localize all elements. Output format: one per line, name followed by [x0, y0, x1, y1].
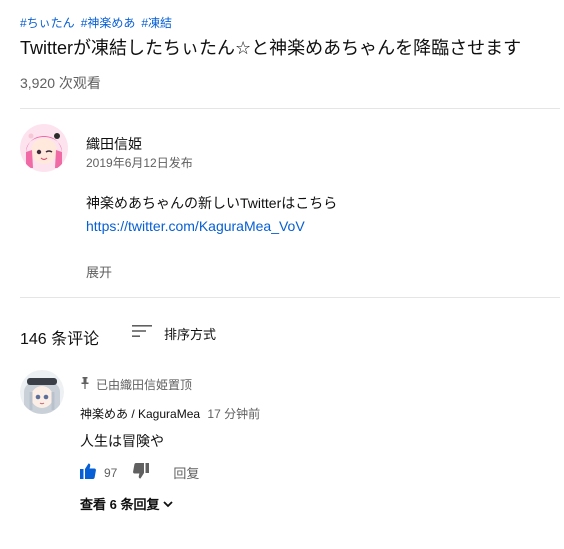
comment-author[interactable]: 神楽めあ / KaguraMea [80, 407, 200, 421]
show-more-button[interactable]: 展开 [86, 262, 112, 281]
divider [20, 297, 560, 298]
view-replies-label: 查看 6 条回复 [80, 497, 160, 512]
publish-date: 2019年6月12日发布 [86, 156, 193, 170]
divider [20, 108, 560, 109]
commenter-avatar[interactable] [20, 370, 64, 414]
hashtag-link[interactable]: #神楽めあ [81, 14, 136, 31]
video-title: Twitterが凍結したちぃたん☆と神楽めあちゃんを降臨させます [20, 38, 522, 58]
channel-name[interactable]: 織田信姫 [86, 134, 142, 154]
pin-icon [80, 377, 90, 392]
reply-button[interactable]: 回复 [173, 463, 199, 482]
comment-count: 146 条评论 [20, 331, 100, 348]
comment-text: 人生は冒険や [80, 433, 164, 449]
description-text: 神楽めあちゃんの新しいTwitterはこちら [86, 195, 338, 211]
view-replies-button[interactable]: 查看 6 条回复 [80, 494, 174, 513]
sort-icon [132, 323, 152, 344]
sort-button[interactable]: 排序方式 [132, 323, 216, 344]
pinned-indicator: 已由織田信姫置顶 [80, 376, 192, 393]
description-link[interactable]: https://twitter.com/KaguraMea_VoV [86, 218, 305, 234]
like-count: 97 [104, 465, 118, 480]
pinned-label: 已由織田信姫置顶 [96, 378, 193, 392]
sort-label: 排序方式 [164, 327, 217, 342]
comment-author-line: 神楽めあ / KaguraMea 17 分钟前 [80, 405, 260, 422]
comment-actions: 97 回复 [80, 463, 199, 482]
thumbs-down-icon [133, 463, 150, 482]
thumbs-up-icon [80, 463, 96, 482]
dislike-button[interactable] [133, 463, 150, 482]
view-count: 3,920 次观看 [20, 75, 101, 91]
like-button[interactable]: 97 [80, 463, 117, 482]
channel-avatar[interactable] [20, 124, 68, 172]
hashtag-link[interactable]: #ちぃたん [20, 14, 75, 31]
hashtag-link[interactable]: #凍結 [141, 14, 172, 31]
hashtag-row: #ちぃたん #神楽めあ #凍結 [20, 14, 172, 31]
chevron-down-icon [163, 496, 174, 511]
comment-time[interactable]: 17 分钟前 [207, 407, 260, 421]
